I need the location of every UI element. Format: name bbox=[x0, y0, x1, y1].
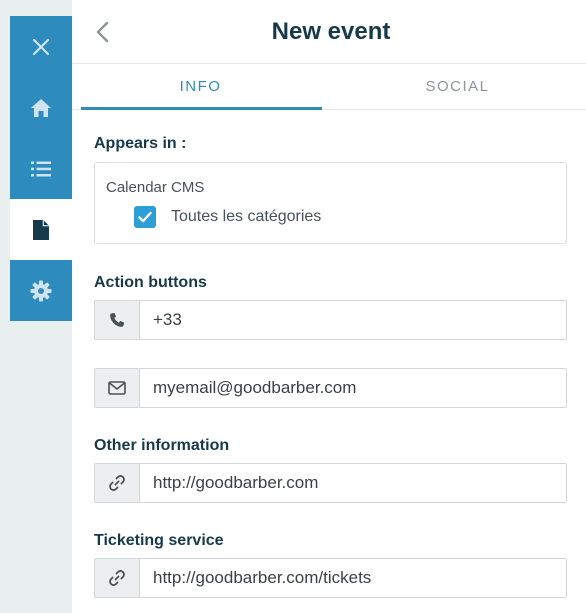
close-button[interactable] bbox=[10, 16, 72, 77]
back-button[interactable] bbox=[92, 20, 112, 44]
ticketing-service-label: Ticketing service bbox=[94, 532, 224, 549]
phone-field bbox=[94, 300, 567, 340]
header: New event bbox=[72, 0, 586, 63]
category-checkbox-row: Toutes les catégories bbox=[134, 206, 555, 228]
list-icon bbox=[31, 161, 51, 176]
ticketing-icon-cell bbox=[95, 559, 140, 597]
checkmark-icon bbox=[138, 211, 152, 223]
other-information-label: Other information bbox=[94, 437, 230, 454]
website-icon-cell bbox=[95, 464, 140, 502]
side-rail bbox=[10, 16, 72, 321]
appears-in-box: Calendar CMS Toutes les catégories bbox=[94, 162, 567, 244]
active-tab-indicator bbox=[81, 107, 322, 110]
close-icon bbox=[32, 38, 50, 55]
link-icon bbox=[109, 475, 125, 491]
chevron-left-icon bbox=[96, 21, 109, 43]
tab-bar: INFO SOCIAL bbox=[72, 63, 586, 110]
website-field bbox=[94, 463, 567, 503]
home-button[interactable] bbox=[10, 77, 72, 138]
email-field bbox=[94, 368, 567, 408]
tab-social[interactable]: SOCIAL bbox=[329, 64, 586, 109]
appears-in-label: Appears in : bbox=[94, 135, 187, 152]
list-button[interactable] bbox=[10, 138, 72, 199]
email-input[interactable] bbox=[140, 369, 566, 407]
document-icon bbox=[33, 219, 49, 240]
form-content: Appears in : Calendar CMS Toutes les cat… bbox=[72, 135, 586, 598]
website-input[interactable] bbox=[140, 464, 566, 502]
action-buttons-label: Action buttons bbox=[94, 274, 207, 291]
calendar-source-label: Calendar CMS bbox=[106, 179, 205, 196]
all-categories-checkbox[interactable] bbox=[134, 206, 156, 228]
envelope-icon bbox=[108, 381, 126, 395]
gear-icon bbox=[30, 280, 52, 301]
link-icon bbox=[109, 570, 125, 586]
ticketing-field bbox=[94, 558, 567, 598]
event-editor-panel: New event INFO SOCIAL Appears in : Calen… bbox=[72, 0, 586, 613]
phone-icon bbox=[110, 313, 124, 327]
ticketing-input[interactable] bbox=[140, 559, 566, 597]
settings-button[interactable] bbox=[10, 260, 72, 321]
tab-info[interactable]: INFO bbox=[72, 64, 329, 109]
page-title: New event bbox=[271, 17, 391, 45]
phone-icon-cell bbox=[95, 301, 140, 339]
email-icon-cell bbox=[95, 369, 140, 407]
phone-input[interactable] bbox=[140, 301, 566, 339]
home-icon bbox=[31, 98, 51, 117]
all-categories-label: Toutes les catégories bbox=[171, 208, 322, 225]
document-button[interactable] bbox=[10, 199, 72, 260]
